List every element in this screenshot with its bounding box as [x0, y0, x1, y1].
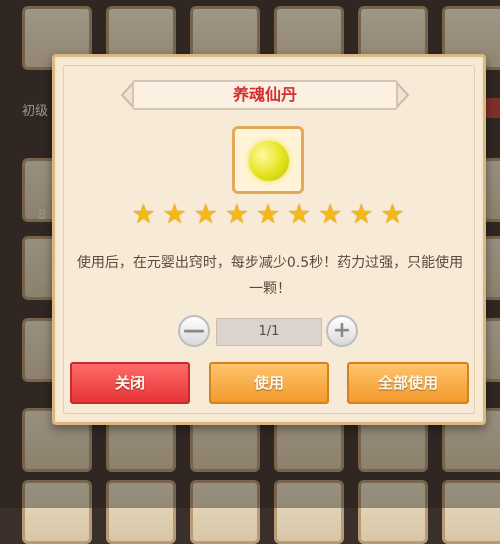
star-icon: ★ [162, 199, 187, 230]
star-icon: ★ [193, 199, 218, 230]
use-button[interactable]: 使用 [209, 362, 329, 404]
star-icon: ★ [255, 199, 281, 230]
title-banner: 养魂仙丹 [120, 78, 410, 112]
star-icon: ★ [349, 199, 374, 230]
golden-pill-icon [249, 141, 289, 181]
star-icon: ★ [131, 199, 156, 230]
close-button[interactable]: 关闭 [70, 362, 190, 404]
decrease-button[interactable]: — [178, 315, 210, 347]
star-icon: ★ [224, 199, 249, 230]
star-icon: ★ [380, 199, 405, 230]
increase-button[interactable]: + [326, 315, 358, 347]
item-icon-frame [232, 126, 304, 194]
dialog-title: 养魂仙丹 [232, 85, 297, 104]
star-icon: ★ [287, 199, 312, 230]
item-description: 使用后，在元婴出窍时，每步减少0.5秒！药力过强，只能使用一颗！ [76, 255, 464, 297]
star-icon: ★ [318, 199, 343, 230]
use-all-button[interactable]: 全部使用 [347, 362, 469, 404]
star-rating: ★ ★ ★ ★ ★ ★ ★ ★ ★ [130, 201, 406, 229]
quantity-stepper: — 1/1 + [176, 315, 362, 349]
quantity-field[interactable]: 1/1 [216, 318, 322, 346]
